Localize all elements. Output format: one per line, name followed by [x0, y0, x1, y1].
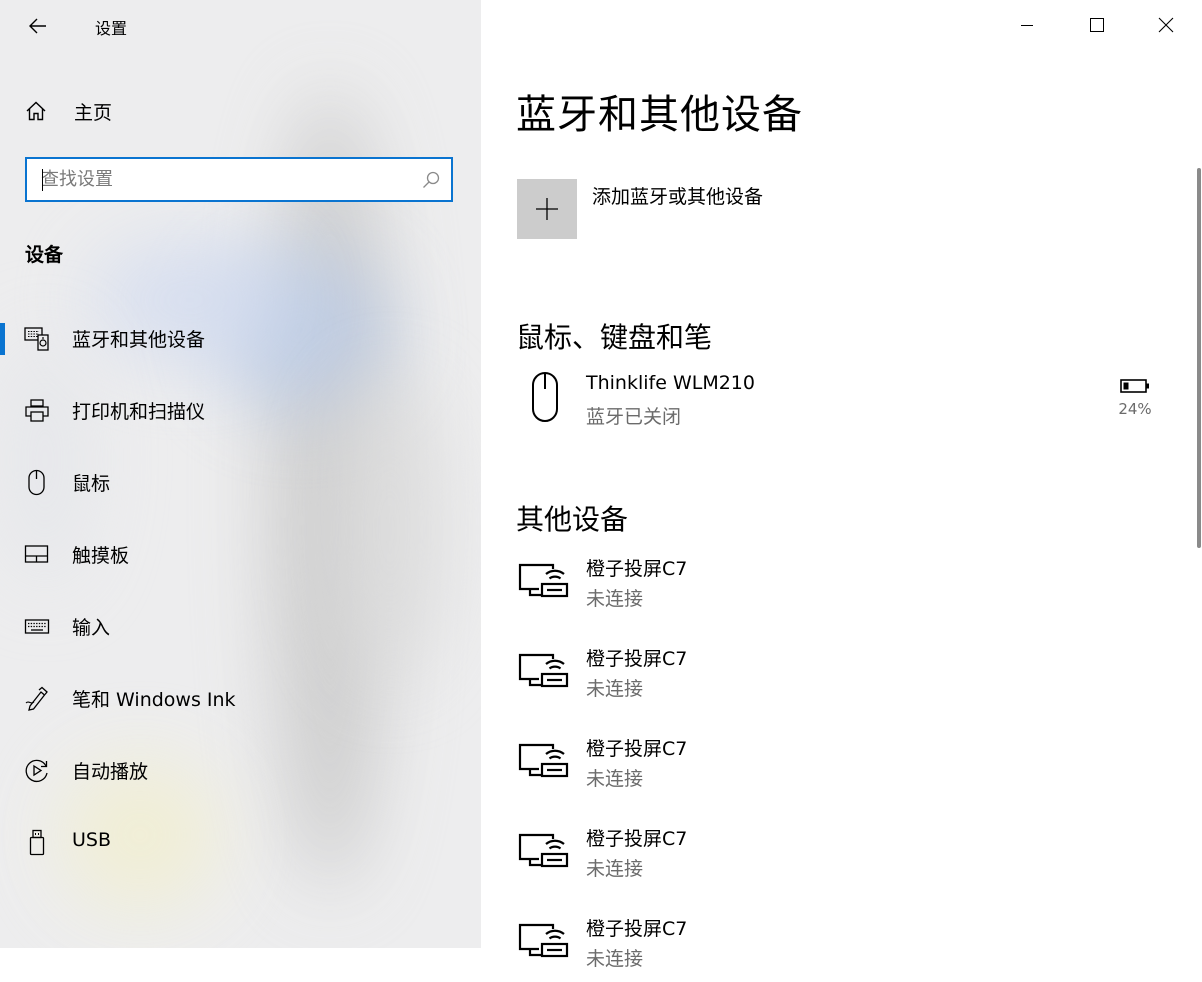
- device-item[interactable]: 橙子投屏C7 未连接: [517, 642, 1157, 712]
- search-input[interactable]: [27, 159, 411, 200]
- battery-percent: 24%: [1118, 400, 1152, 418]
- battery-indicator: 24%: [1117, 378, 1153, 418]
- minimize-button[interactable]: [993, 0, 1061, 50]
- sidebar-item-typing[interactable]: 输入: [0, 591, 481, 663]
- maximize-button[interactable]: [1063, 0, 1131, 50]
- device-status: 未连接: [586, 948, 644, 970]
- device-item[interactable]: 橙子投屏C7 未连接: [517, 732, 1157, 802]
- usb-icon: [24, 829, 50, 857]
- back-button[interactable]: [18, 8, 58, 44]
- sidebar-item-printers[interactable]: 打印机和扫描仪: [0, 375, 481, 447]
- printer-icon: [24, 397, 50, 425]
- device-item[interactable]: 橙子投屏C7 未连接: [517, 912, 1157, 982]
- close-icon: [1158, 17, 1174, 33]
- touchpad-icon: [24, 541, 50, 569]
- minimize-icon: [1021, 25, 1033, 26]
- sidebar-item-label: 触摸板: [72, 545, 130, 567]
- wireless-display-icon: [517, 828, 571, 884]
- sidebar-item-label: 自动播放: [72, 761, 149, 783]
- page-title: 蓝牙和其他设备: [516, 92, 803, 138]
- sidebar-item-pen[interactable]: 笔和 Windows Ink: [0, 663, 481, 735]
- main-content: 蓝牙和其他设备 添加蓝牙或其他设备 鼠标、键盘和笔 Thinklife WLM2…: [481, 0, 1202, 970]
- device-item[interactable]: 橙子投屏C7 未连接: [517, 552, 1157, 622]
- add-device-button[interactable]: [517, 179, 577, 239]
- battery-icon: [1120, 379, 1149, 393]
- sidebar-item-label: 输入: [72, 617, 111, 639]
- app-title: 设置: [95, 19, 128, 38]
- sidebar-item-touchpad[interactable]: 触摸板: [0, 519, 481, 591]
- scrollbar[interactable]: [1197, 168, 1201, 548]
- device-name: 橙子投屏C7: [586, 558, 688, 580]
- device-item[interactable]: Thinklife WLM210 蓝牙已关闭 24%: [517, 370, 1157, 440]
- wireless-display-icon: [517, 558, 571, 614]
- maximize-icon: [1090, 18, 1104, 32]
- sidebar-item-bluetooth[interactable]: 蓝牙和其他设备: [0, 303, 481, 375]
- home-icon: [26, 101, 46, 121]
- sidebar-item-usb[interactable]: USB: [0, 807, 481, 879]
- sidebar: 设置 主页 设备: [0, 0, 481, 948]
- keyboard-icon: [24, 613, 50, 641]
- sidebar-item-label: 笔和 Windows Ink: [72, 689, 236, 711]
- search-icon[interactable]: [411, 170, 451, 190]
- wireless-display-icon: [517, 648, 571, 704]
- group-heading-other-devices: 其他设备: [516, 503, 629, 536]
- sidebar-item-autoplay[interactable]: 自动播放: [0, 735, 481, 807]
- sidebar-item-label: 打印机和扫描仪: [72, 401, 206, 423]
- pen-icon: [24, 685, 50, 713]
- device-status: 蓝牙已关闭: [586, 406, 682, 428]
- device-status: 未连接: [586, 858, 644, 880]
- close-button[interactable]: [1132, 0, 1200, 50]
- device-status: 未连接: [586, 588, 644, 610]
- device-status: 未连接: [586, 678, 644, 700]
- wireless-display-icon: [517, 918, 571, 974]
- home-nav-item[interactable]: 主页: [24, 94, 112, 128]
- plus-icon: [536, 198, 558, 220]
- device-name: 橙子投屏C7: [586, 648, 688, 670]
- mouse-icon: [24, 469, 50, 497]
- autoplay-icon: [24, 757, 50, 785]
- sidebar-item-label: 鼠标: [72, 473, 111, 495]
- sidebar-item-mouse[interactable]: 鼠标: [0, 447, 481, 519]
- device-name: 橙子投屏C7: [586, 828, 688, 850]
- search-box[interactable]: [25, 157, 453, 202]
- sidebar-item-label: 蓝牙和其他设备: [72, 329, 206, 351]
- sidebar-nav: 蓝牙和其他设备 打印机和扫描仪 鼠标 触摸板 输入 笔和 Windows Ink…: [0, 303, 481, 879]
- back-arrow-icon: [29, 18, 46, 34]
- device-item[interactable]: 橙子投屏C7 未连接: [517, 822, 1157, 892]
- group-heading-mice-keyboards: 鼠标、键盘和笔: [516, 321, 713, 354]
- device-status: 未连接: [586, 768, 644, 790]
- bluetooth-devices-icon: [24, 325, 50, 353]
- mouse-icon: [517, 370, 571, 426]
- device-name: 橙子投屏C7: [586, 738, 688, 760]
- section-heading: 设备: [25, 244, 64, 266]
- device-name: Thinklife WLM210: [586, 372, 755, 394]
- wireless-display-icon: [517, 738, 571, 794]
- device-name: 橙子投屏C7: [586, 918, 688, 940]
- sidebar-item-label: USB: [72, 829, 112, 851]
- add-device-label[interactable]: 添加蓝牙或其他设备: [592, 182, 763, 209]
- home-label: 主页: [74, 101, 113, 124]
